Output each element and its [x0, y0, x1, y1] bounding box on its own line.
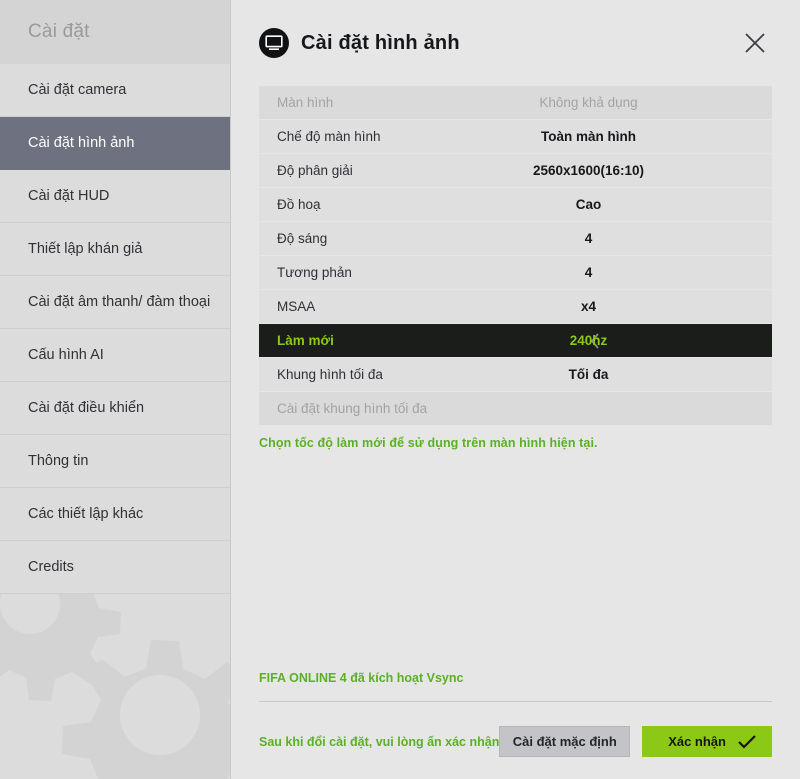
- row-value: Cao: [575, 197, 602, 212]
- row-label: Độ sáng: [277, 231, 328, 246]
- sidebar-item-label: Cài đặt điều khiển: [28, 400, 145, 416]
- row-value: Không khả dụng: [539, 95, 638, 110]
- vsync-note: FIFA ONLINE 4 đã kích hoạt Vsync: [259, 671, 464, 685]
- sidebar-item-label: Các thiết lập khác: [28, 506, 144, 522]
- row-value: Tối đa: [568, 367, 609, 382]
- main-panel: Cài đặt hình ảnh Màn hình Không khả dụng…: [231, 0, 800, 779]
- table-row[interactable]: MSAA x4: [259, 290, 772, 323]
- sidebar-item-info[interactable]: Thông tin: [0, 435, 230, 488]
- settings-window: Cài đặt Cài đặt camera Cài đặt hình ảnh …: [0, 0, 800, 779]
- row-label: Đồ hoạ: [277, 197, 321, 212]
- settings-table: Màn hình Không khả dụng Chế độ màn hình …: [259, 86, 772, 426]
- footer: Sau khi đổi cài đặt, vui lòng ấn xác nhậ…: [259, 726, 772, 779]
- confirm-note: Sau khi đổi cài đặt, vui lòng ấn xác nhậ…: [259, 734, 500, 749]
- panel-header: Cài đặt hình ảnh: [259, 0, 772, 86]
- sidebar-item-other-settings[interactable]: Các thiết lập khác: [0, 488, 230, 541]
- row-label: Làm mới: [277, 333, 334, 348]
- sidebar-item-label: Cài đặt âm thanh/ đàm thoại: [28, 294, 211, 310]
- default-settings-button[interactable]: Cài đặt mặc định: [499, 726, 631, 757]
- row-label: Khung hình tối đa: [277, 367, 383, 382]
- sidebar-item-image-settings[interactable]: Cài đặt hình ảnh: [0, 117, 230, 170]
- table-row-refresh-rate[interactable]: Làm mới 240hz: [259, 324, 772, 357]
- sidebar-item-label: Credits: [28, 559, 74, 575]
- chevron-left-icon[interactable]: [589, 324, 601, 357]
- sidebar-item-label: Cấu hình AI: [28, 347, 104, 363]
- row-value: Toàn màn hình: [541, 129, 636, 144]
- page-title: Cài đặt hình ảnh: [301, 31, 460, 54]
- sidebar-item-label: Thiết lập khán giả: [28, 241, 143, 257]
- confirm-label: Xác nhận: [668, 734, 726, 749]
- row-value: 4: [584, 231, 593, 246]
- table-row[interactable]: Khung hình tối đa Tối đa: [259, 358, 772, 391]
- sidebar-item-label: Cài đặt HUD: [28, 188, 110, 204]
- default-settings-label: Cài đặt mặc định: [512, 734, 617, 749]
- monitor-icon: [259, 28, 289, 58]
- table-row[interactable]: Tương phản 4: [259, 256, 772, 289]
- table-row[interactable]: Chế độ màn hình Toàn màn hình: [259, 120, 772, 153]
- sidebar-item-hud[interactable]: Cài đặt HUD: [0, 170, 230, 223]
- sidebar: Cài đặt Cài đặt camera Cài đặt hình ảnh …: [0, 0, 231, 779]
- sidebar-item-label: Cài đặt hình ảnh: [28, 135, 135, 151]
- table-row: Cài đặt khung hình tối đa: [259, 392, 772, 425]
- sidebar-item-ai-config[interactable]: Cấu hình AI: [0, 329, 230, 382]
- row-label: Màn hình: [277, 95, 334, 110]
- row-label: MSAA: [277, 299, 316, 314]
- row-label: Cài đặt khung hình tối đa: [277, 401, 428, 416]
- sidebar-item-audio[interactable]: Cài đặt âm thanh/ đàm thoại: [0, 276, 230, 329]
- row-value: x4: [580, 299, 597, 314]
- table-row[interactable]: Đồ hoạ Cao: [259, 188, 772, 221]
- sidebar-item-credits[interactable]: Credits: [0, 541, 230, 594]
- footer-divider: [259, 701, 772, 702]
- sidebar-item-controls[interactable]: Cài đặt điều khiển: [0, 382, 230, 435]
- sidebar-title: Cài đặt: [0, 0, 230, 64]
- row-value: 2560x1600(16:10): [532, 163, 645, 178]
- sidebar-item-label: Cài đặt camera: [28, 82, 127, 98]
- row-label: Tương phản: [277, 265, 352, 280]
- table-row[interactable]: Độ phân giải 2560x1600(16:10): [259, 154, 772, 187]
- table-row[interactable]: Độ sáng 4: [259, 222, 772, 255]
- settings-hint: Chọn tốc độ làm mới để sử dụng trên màn …: [259, 436, 598, 450]
- row-label: Độ phân giải: [277, 163, 353, 178]
- sidebar-item-label: Thông tin: [28, 453, 89, 469]
- sidebar-item-spectator[interactable]: Thiết lập khán giả: [0, 223, 230, 276]
- check-icon: [738, 734, 756, 749]
- table-row: Màn hình Không khả dụng: [259, 86, 772, 119]
- sidebar-item-camera[interactable]: Cài đặt camera: [0, 64, 230, 117]
- row-value: 4: [584, 265, 593, 280]
- row-label: Chế độ màn hình: [277, 129, 381, 144]
- close-icon[interactable]: [738, 26, 772, 60]
- confirm-button[interactable]: Xác nhận: [642, 726, 772, 757]
